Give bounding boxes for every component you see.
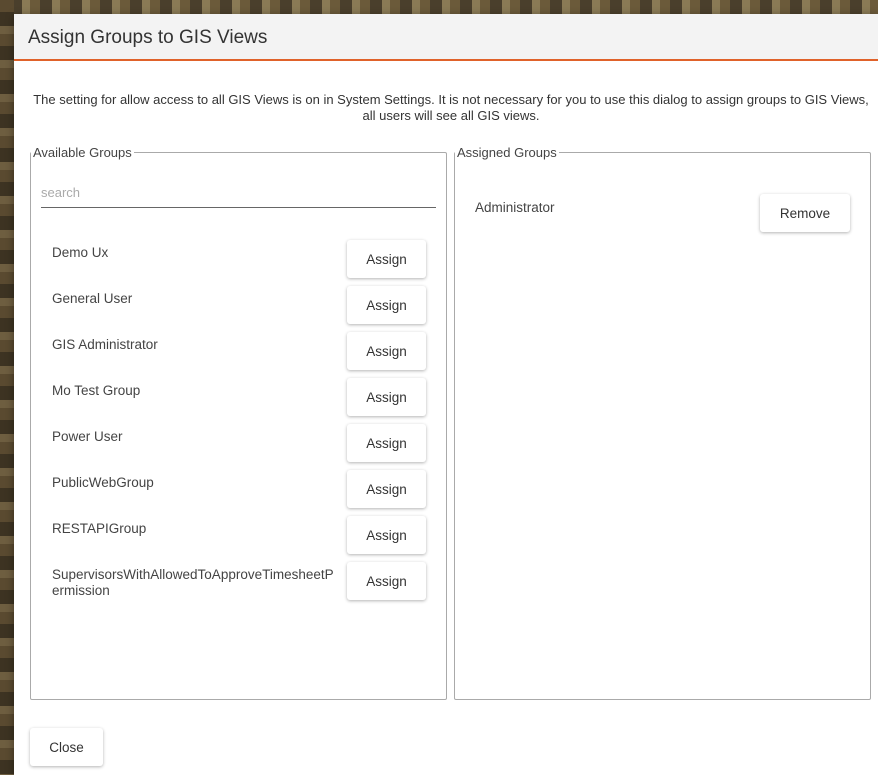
assign-button[interactable]: Assign <box>347 332 426 370</box>
assigned-groups-legend: Assigned Groups <box>457 145 557 160</box>
search-field <box>41 183 436 208</box>
assign-button[interactable]: Assign <box>347 516 426 554</box>
group-name: RESTAPIGroup <box>52 521 147 536</box>
assign-button[interactable]: Assign <box>347 470 426 508</box>
close-button[interactable]: Close <box>30 728 103 766</box>
settings-notice: The setting for allow access to all GIS … <box>33 92 869 123</box>
list-item: PublicWebGroup Assign <box>31 470 446 510</box>
list-item: GIS Administrator Assign <box>31 332 446 372</box>
map-background-edge <box>0 0 14 775</box>
group-name: GIS Administrator <box>52 337 158 352</box>
group-name: SupervisorsWithAllowedToApproveTimesheet… <box>52 567 334 598</box>
dialog-header: Assign Groups to GIS Views <box>14 14 878 61</box>
group-name: General User <box>52 291 133 306</box>
assigned-groups-panel: Assigned Groups Administrator Remove <box>454 145 871 700</box>
group-name: PublicWebGroup <box>52 475 154 490</box>
list-item: Demo Ux Assign <box>31 240 446 280</box>
assign-button[interactable]: Assign <box>347 378 426 416</box>
list-item: Power User Assign <box>31 424 446 464</box>
search-input[interactable] <box>41 183 436 202</box>
list-item: SupervisorsWithAllowedToApproveTimesheet… <box>31 562 446 602</box>
assign-button[interactable]: Assign <box>347 286 426 324</box>
list-item: Mo Test Group Assign <box>31 378 446 418</box>
map-background <box>0 0 878 14</box>
group-name: Demo Ux <box>52 245 109 260</box>
available-groups-legend: Available Groups <box>33 145 132 160</box>
assign-groups-dialog: Assign Groups to GIS Views The setting f… <box>14 14 878 775</box>
assign-button[interactable]: Assign <box>347 240 426 278</box>
group-name: Mo Test Group <box>52 383 141 398</box>
available-groups-panel: Available Groups Demo Ux Assign General … <box>30 145 447 700</box>
remove-button[interactable]: Remove <box>760 194 850 232</box>
list-item: RESTAPIGroup Assign <box>31 516 446 556</box>
dialog-title: Assign Groups to GIS Views <box>28 27 268 48</box>
list-item: General User Assign <box>31 286 446 326</box>
assign-button[interactable]: Assign <box>347 562 426 600</box>
assigned-group-name: Administrator <box>475 200 555 215</box>
assign-button[interactable]: Assign <box>347 424 426 462</box>
group-name: Power User <box>52 429 123 444</box>
